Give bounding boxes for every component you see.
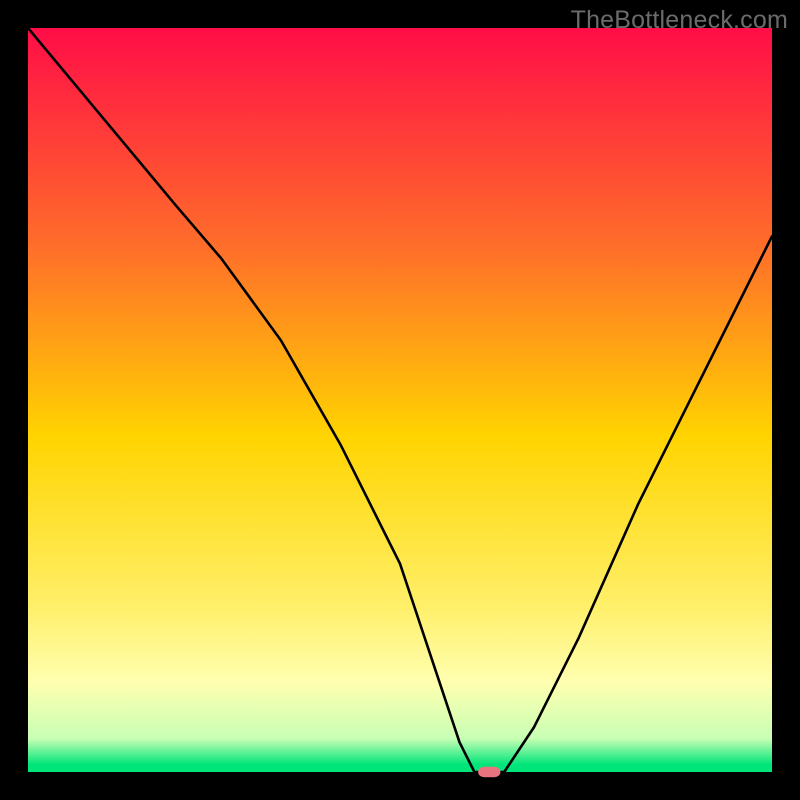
- chart-svg: [0, 0, 800, 800]
- minimum-marker: [478, 767, 500, 777]
- bottleneck-chart: TheBottleneck.com: [0, 0, 800, 800]
- plot-background: [28, 28, 772, 772]
